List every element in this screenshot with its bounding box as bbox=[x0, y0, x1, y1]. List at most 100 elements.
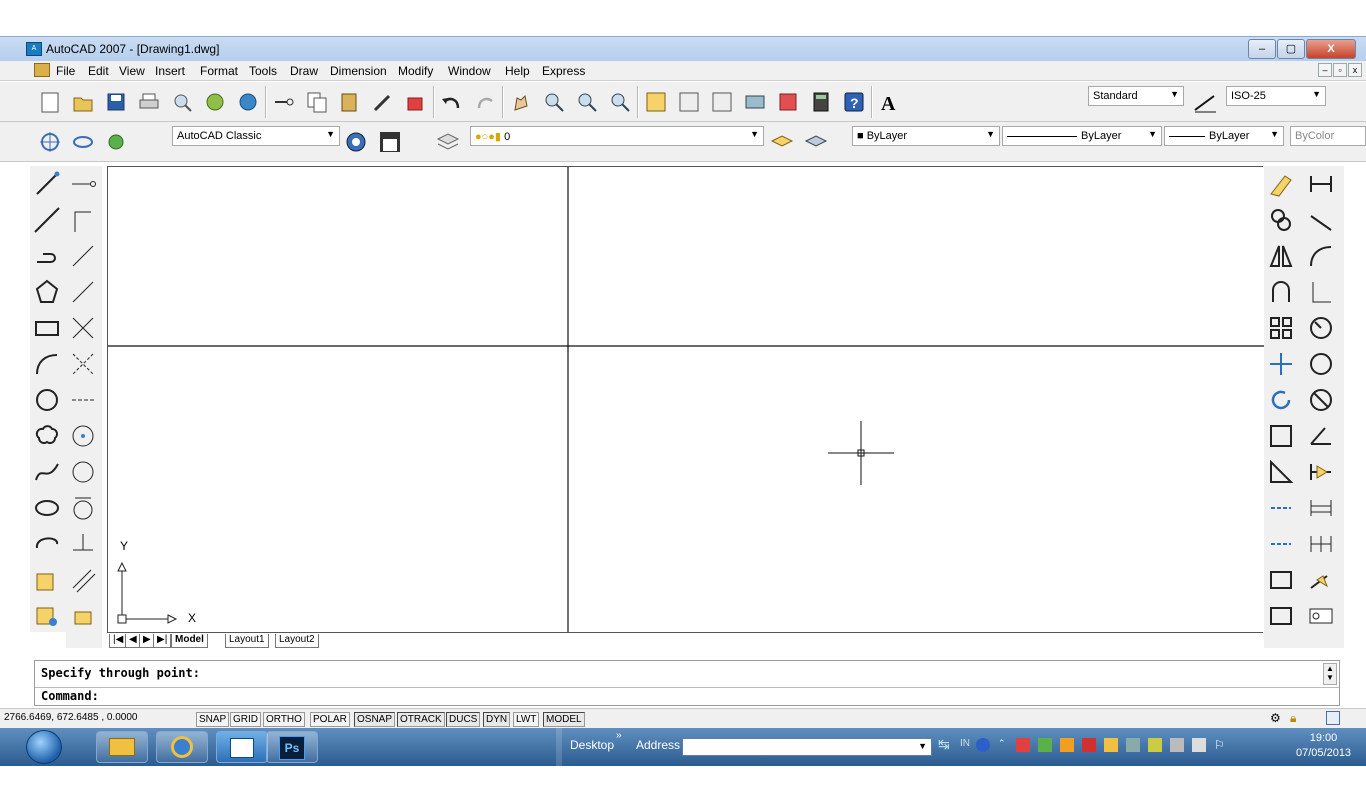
chevron-right-icon[interactable]: » bbox=[616, 730, 622, 741]
new-icon[interactable] bbox=[34, 86, 66, 118]
stretch-icon[interactable] bbox=[1264, 454, 1298, 490]
arc-length-icon[interactable] bbox=[1304, 238, 1338, 274]
zoom-window-icon[interactable] bbox=[571, 86, 603, 118]
taskbar-control-panel[interactable] bbox=[96, 731, 148, 763]
snap-insert-icon[interactable] bbox=[66, 598, 100, 634]
tool-palette-icon[interactable] bbox=[374, 126, 406, 158]
linetype-select[interactable]: ByLayer ▼ bbox=[1002, 126, 1162, 146]
grid-toggle[interactable]: GRID bbox=[230, 712, 261, 727]
snap-toggle[interactable]: SNAP bbox=[196, 712, 230, 727]
snap-quadrant-icon[interactable] bbox=[66, 454, 100, 490]
construction-line-icon[interactable] bbox=[30, 202, 64, 238]
snap-parallel-icon[interactable] bbox=[66, 562, 100, 598]
mirror-icon[interactable] bbox=[1264, 238, 1298, 274]
polyline-icon[interactable] bbox=[30, 238, 64, 274]
plot-preview-icon[interactable] bbox=[166, 86, 198, 118]
ortho-toggle[interactable]: ORTHO bbox=[263, 712, 305, 727]
taskbar-settings[interactable] bbox=[156, 731, 208, 763]
menu-format[interactable]: Format bbox=[200, 64, 238, 78]
aligned-dimension-icon[interactable] bbox=[1304, 202, 1338, 238]
start-button[interactable] bbox=[26, 730, 62, 764]
copy-object-icon[interactable] bbox=[1264, 202, 1298, 238]
menu-modify[interactable]: Modify bbox=[398, 64, 433, 78]
menu-view[interactable]: View bbox=[119, 64, 145, 78]
menu-draw[interactable]: Draw bbox=[290, 64, 318, 78]
ducs-toggle[interactable]: DUCS bbox=[446, 712, 481, 727]
network-tray-icon[interactable] bbox=[1016, 738, 1030, 752]
snap-center-icon[interactable] bbox=[66, 418, 100, 454]
spline-icon[interactable] bbox=[30, 454, 64, 490]
move-icon[interactable] bbox=[1264, 346, 1298, 382]
help-icon[interactable]: ? bbox=[838, 86, 870, 118]
markup-icon[interactable] bbox=[772, 86, 804, 118]
go-icon[interactable]: ↹ bbox=[938, 736, 950, 753]
free-orbit-icon[interactable] bbox=[67, 126, 99, 158]
etransmit-icon[interactable] bbox=[232, 86, 264, 118]
revision-cloud-icon[interactable] bbox=[30, 418, 64, 454]
text-style-icon[interactable]: A bbox=[874, 86, 906, 118]
jogged-dimension-icon[interactable] bbox=[1304, 346, 1338, 382]
plotstyle-select[interactable]: ByColor bbox=[1290, 126, 1366, 146]
toolbar-grip[interactable] bbox=[556, 728, 562, 766]
ellipse-arc-icon[interactable] bbox=[30, 526, 64, 562]
paste-icon[interactable] bbox=[334, 86, 366, 118]
clean-screen-icon[interactable] bbox=[1326, 711, 1340, 725]
lock-icon[interactable]: 🔒︎ bbox=[1290, 711, 1296, 726]
ellipse-icon[interactable] bbox=[30, 490, 64, 526]
snap-tangent-icon[interactable] bbox=[66, 490, 100, 526]
address-input[interactable]: ▼ bbox=[682, 738, 932, 756]
flag-icon[interactable]: ⚐ bbox=[1214, 738, 1228, 752]
usb-tray-icon[interactable] bbox=[1192, 738, 1206, 752]
zoom-realtime-icon[interactable] bbox=[538, 86, 570, 118]
polygon-icon[interactable] bbox=[30, 274, 64, 310]
layer-select[interactable]: ●○●▮ 0 ▼ bbox=[470, 126, 764, 146]
snap-midpoint-icon[interactable] bbox=[66, 274, 100, 310]
join-icon[interactable] bbox=[1264, 598, 1298, 634]
language-indicator[interactable]: IN bbox=[960, 738, 970, 749]
scale-icon[interactable] bbox=[1264, 418, 1298, 454]
maximize-button[interactable]: ▢ bbox=[1277, 39, 1305, 59]
comm-center-icon[interactable]: ⚙ bbox=[1270, 711, 1281, 725]
security-tray-icon[interactable] bbox=[1038, 738, 1052, 752]
help-tray-icon[interactable] bbox=[976, 738, 990, 752]
make-current-layer-icon[interactable] bbox=[766, 126, 798, 158]
drawing-canvas[interactable]: Y X bbox=[107, 166, 1264, 633]
antivirus-tray-icon[interactable] bbox=[1082, 738, 1096, 752]
autocad-app-icon[interactable]: A bbox=[26, 42, 42, 56]
orbit-icon[interactable] bbox=[34, 126, 66, 158]
workspace-select[interactable]: AutoCAD Classic ▼ bbox=[172, 126, 340, 146]
device-tray-icon[interactable] bbox=[1126, 738, 1140, 752]
dyn-toggle[interactable]: DYN bbox=[483, 712, 511, 727]
tray-overflow-icon[interactable]: ⌃ bbox=[998, 738, 1008, 752]
pan-icon[interactable] bbox=[505, 86, 537, 118]
polar-toggle[interactable]: POLAR bbox=[310, 712, 350, 727]
line-icon[interactable] bbox=[30, 166, 64, 202]
quick-leader-icon[interactable] bbox=[1304, 562, 1338, 598]
taskbar-photoshop[interactable]: Ps bbox=[266, 731, 318, 763]
snap-from-icon[interactable] bbox=[66, 202, 100, 238]
menu-insert[interactable]: Insert bbox=[155, 64, 185, 78]
snap-temp-track-icon[interactable] bbox=[66, 166, 100, 202]
diameter-dimension-icon[interactable] bbox=[1304, 382, 1338, 418]
close-button[interactable]: X bbox=[1306, 39, 1356, 59]
tolerance-icon[interactable] bbox=[1304, 598, 1338, 634]
publish-icon[interactable] bbox=[199, 86, 231, 118]
tool-palettes-icon[interactable] bbox=[706, 86, 738, 118]
snap-endpoint-icon[interactable] bbox=[66, 238, 100, 274]
drawing-doc-icon[interactable] bbox=[34, 63, 50, 77]
break-icon[interactable] bbox=[1264, 562, 1298, 598]
trim-icon[interactable] bbox=[1264, 490, 1298, 526]
open-icon[interactable] bbox=[67, 86, 99, 118]
cut-icon[interactable] bbox=[268, 86, 300, 118]
block-editor-icon[interactable] bbox=[400, 86, 432, 118]
linear-dimension-icon[interactable] bbox=[1304, 166, 1338, 202]
layer-previous-icon[interactable] bbox=[800, 126, 832, 158]
tab-model[interactable]: Model bbox=[171, 634, 208, 648]
offset-icon[interactable] bbox=[1264, 274, 1298, 310]
quick-dimension-icon[interactable] bbox=[1304, 454, 1338, 490]
rectangle-icon[interactable] bbox=[30, 310, 64, 346]
snap-apparent-intersection-icon[interactable] bbox=[66, 346, 100, 382]
text-style-select[interactable]: Standard ▼ bbox=[1088, 86, 1184, 106]
save-icon[interactable] bbox=[100, 86, 132, 118]
match-properties-icon[interactable] bbox=[367, 86, 399, 118]
